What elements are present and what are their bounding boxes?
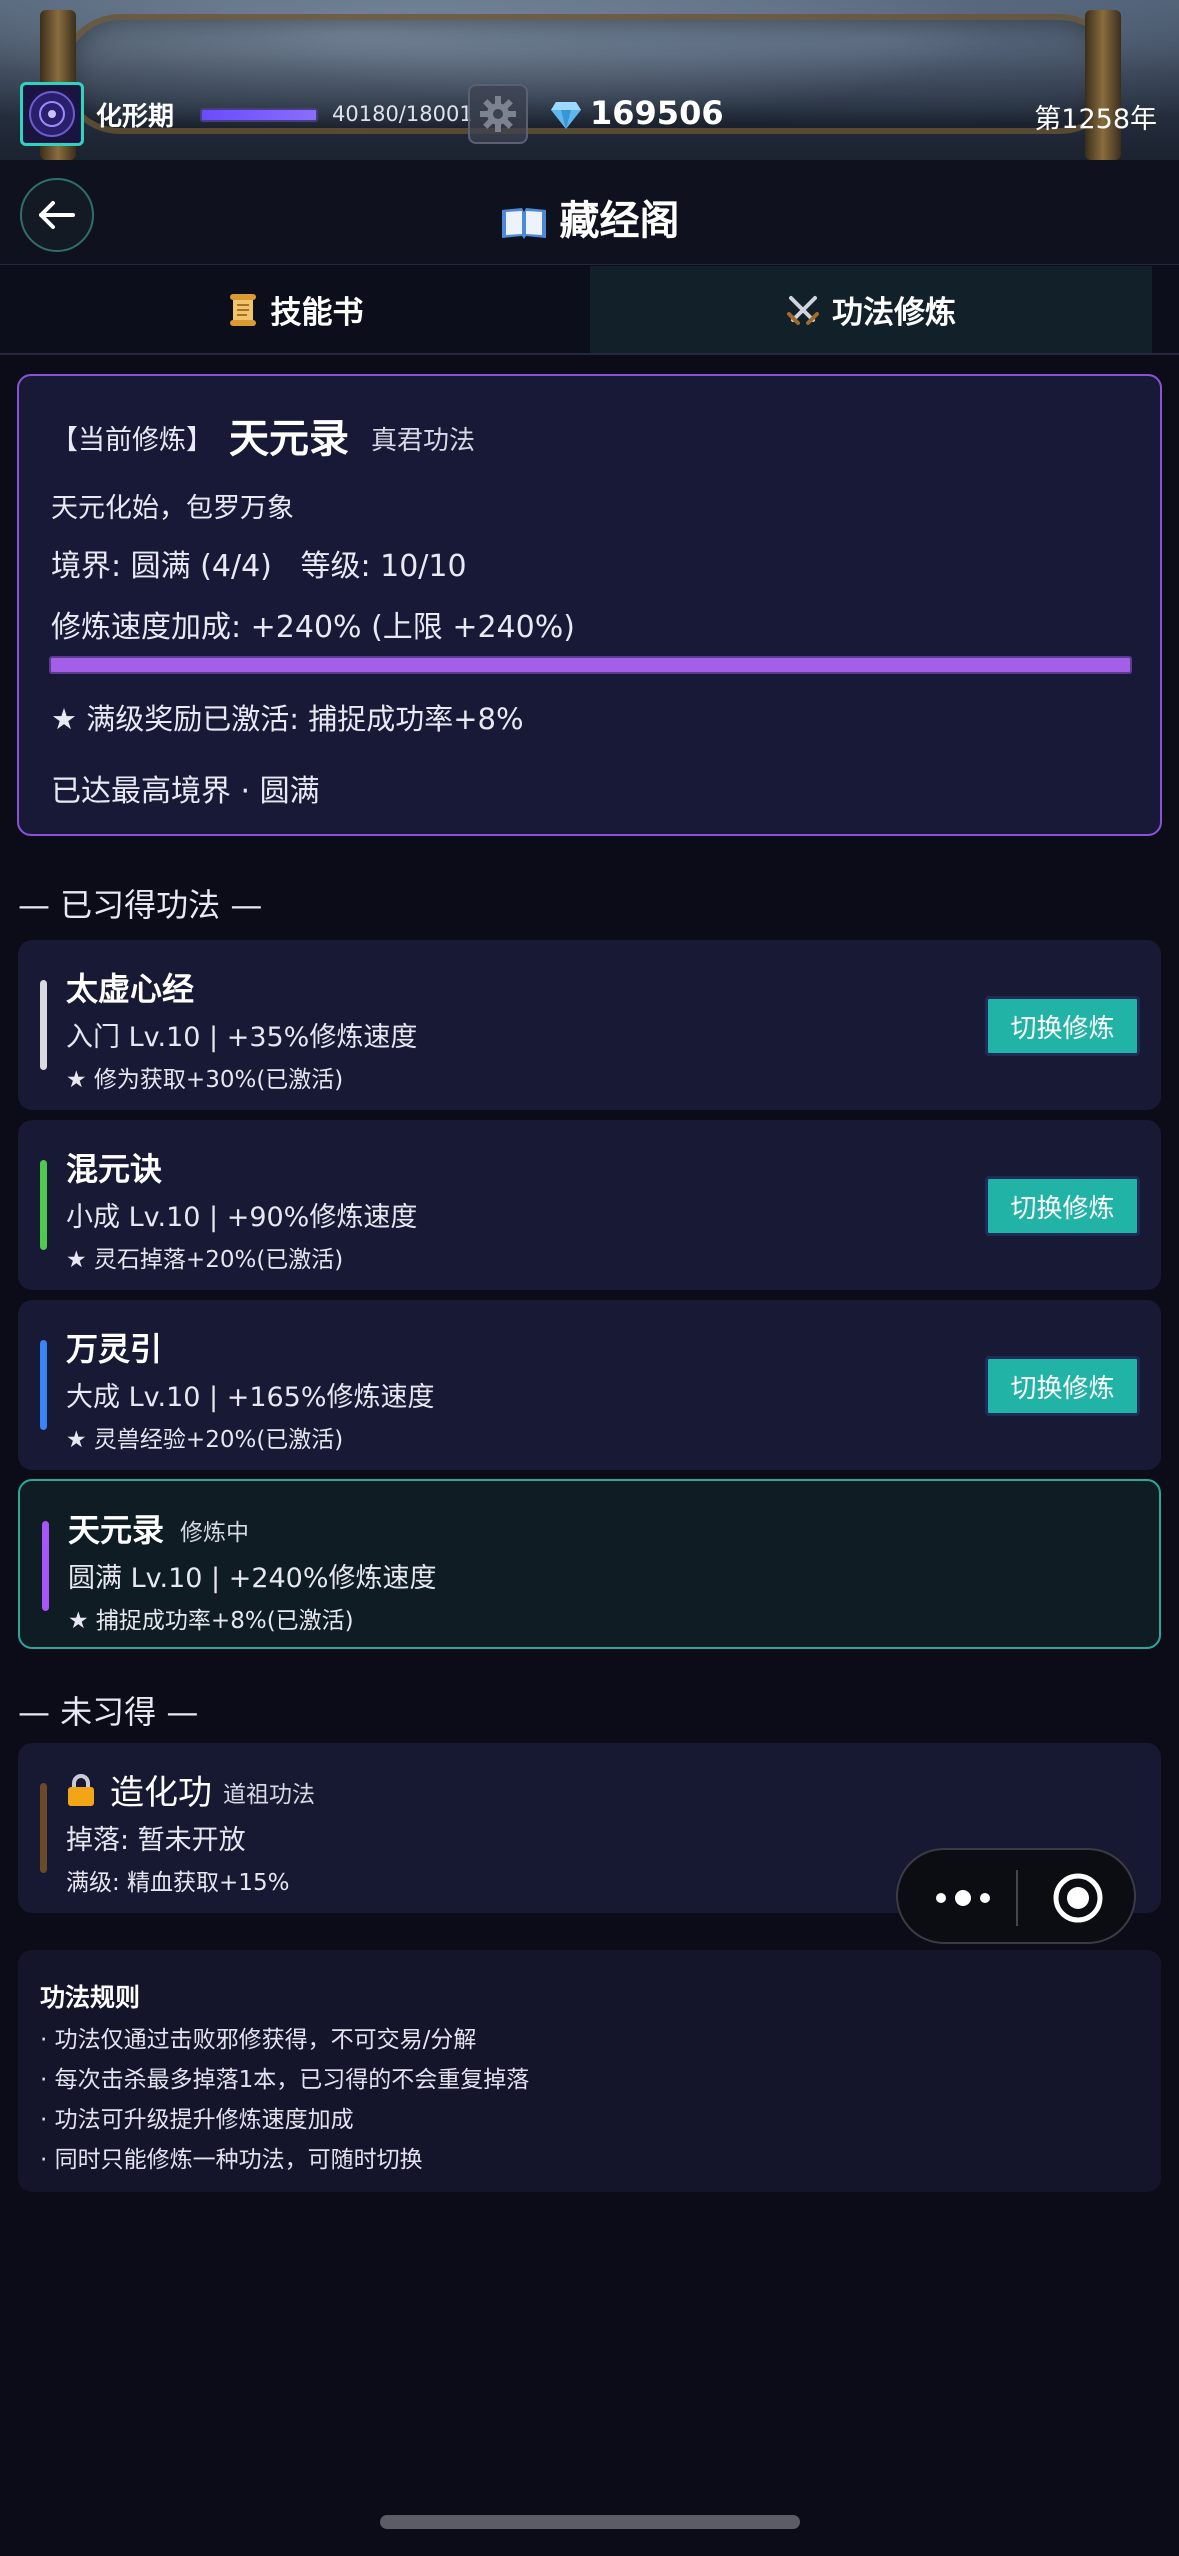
method-accent-bar <box>42 1521 49 1611</box>
method-accent-bar <box>40 1783 47 1873</box>
unlearned-section-title: — 未习得 — <box>18 1693 199 1731</box>
home-indicator[interactable] <box>380 2515 800 2529</box>
game-year: 第1258年 <box>1034 104 1157 135</box>
rule-line: · 每次击杀最多掉落1本，已习得的不会重复掉落 <box>40 2067 530 2093</box>
max-level-bonus: ★ 满级奖励已激活: 捕捉成功率+8% <box>51 702 524 736</box>
cultivating-status: 修炼中 <box>180 1520 249 1546</box>
switch-cultivation-button[interactable]: 切换修炼 <box>985 996 1140 1056</box>
method-card: 万灵引 大成 Lv.10 | +165%修炼速度 ★ 灵兽经验+20%(已激活)… <box>18 1300 1161 1470</box>
rules-title: 功法规则 <box>40 1983 141 2012</box>
switch-cultivation-button[interactable]: 切换修炼 <box>985 1176 1140 1236</box>
gem-count: 169506 <box>590 94 724 132</box>
method-info: 入门 Lv.10 | +35%修炼速度 <box>66 1022 418 1053</box>
current-speed-bonus: 修炼速度加成: +240% (上限 +240%) <box>51 610 575 645</box>
page-header: 藏经阁 <box>0 160 1179 265</box>
crossed-swords-icon <box>787 295 819 325</box>
method-name: 太虚心经 <box>66 970 195 1008</box>
open-book-icon <box>501 208 546 239</box>
current-method-desc: 天元化始，包罗万象 <box>51 493 294 524</box>
method-card-active: 天元录 修炼中 圆满 Lv.10 | +240%修炼速度 ★ 捕捉成功率+8%(… <box>18 1479 1161 1649</box>
more-options-icon[interactable] <box>928 1878 998 1918</box>
method-name: 天元录 <box>68 1511 165 1549</box>
rule-line: · 功法仅通过击败邪修获得，不可交易/分解 <box>40 2027 477 2053</box>
method-name: 混元诀 <box>66 1150 163 1188</box>
method-bonus: ★ 捕捉成功率+8%(已激活) <box>68 1608 354 1634</box>
method-info: 小成 Lv.10 | +90%修炼速度 <box>66 1202 418 1233</box>
gear-icon <box>480 96 516 132</box>
method-card: 太虚心经 入门 Lv.10 | +35%修炼速度 ★ 修为获取+30%(已激活)… <box>18 940 1161 1110</box>
current-cultivation-card: 【当前修炼】 天元录 真君功法 天元化始，包罗万象 境界: 圆满 (4/4) 等… <box>17 374 1162 836</box>
learned-section-title: — 已习得功法 — <box>18 886 263 924</box>
method-name: 万灵引 <box>66 1330 163 1368</box>
current-method-name: 天元录 <box>229 416 349 462</box>
method-accent-bar <box>40 980 47 1070</box>
method-bonus: ★ 修为获取+30%(已激活) <box>66 1067 344 1093</box>
avatar[interactable] <box>20 82 84 146</box>
rules-card: 功法规则 · 功法仅通过击败邪修获得，不可交易/分解 · 每次击杀最多掉落1本，… <box>18 1950 1161 2192</box>
method-name: 造化功 <box>110 1773 212 1813</box>
mini-program-capsule <box>896 1848 1136 1944</box>
switch-cultivation-button[interactable]: 切换修炼 <box>985 1356 1140 1416</box>
page-title-wrap: 藏经阁 <box>0 188 1179 246</box>
method-card: 混元诀 小成 Lv.10 | +90%修炼速度 ★ 灵石掉落+20%(已激活) … <box>18 1120 1161 1290</box>
lock-icon <box>68 1774 94 1806</box>
diamond-icon <box>551 102 581 129</box>
close-target-icon[interactable] <box>1048 1868 1108 1928</box>
tab-cultivation[interactable]: 功法修炼 <box>590 266 1152 353</box>
method-max-bonus: 满级: 精血获取+15% <box>66 1870 290 1896</box>
scroll-icon <box>229 293 256 326</box>
settings-button[interactable] <box>468 84 528 144</box>
cultivation-progress-bar <box>49 656 1132 674</box>
current-realm-level: 境界: 圆满 (4/4) 等级: 10/10 <box>51 549 467 584</box>
max-realm-note: 已达最高境界 · 圆满 <box>51 774 320 809</box>
rule-line: · 同时只能修炼一种功法，可随时切换 <box>40 2147 423 2173</box>
exp-bar-fill <box>202 110 316 120</box>
method-accent-bar <box>40 1160 47 1250</box>
exp-text: 40180/18001 <box>332 102 473 126</box>
avatar-emblem-icon <box>29 91 75 137</box>
rule-line: · 功法可升级提升修炼速度加成 <box>40 2107 354 2133</box>
method-accent-bar <box>40 1340 47 1430</box>
tab-label: 技能书 <box>270 295 364 331</box>
tab-skill-books[interactable]: 技能书 <box>0 266 590 353</box>
method-bonus: ★ 灵兽经验+20%(已激活) <box>66 1427 344 1453</box>
method-drop-info: 掉落: 暂未开放 <box>66 1825 246 1856</box>
cultivation-progress-fill <box>51 658 1130 672</box>
tab-bar: 技能书 功法修炼 <box>0 266 1179 355</box>
method-grade: 道祖功法 <box>223 1782 315 1808</box>
tab-label: 功法修炼 <box>832 295 956 331</box>
realm-name: 化形期 <box>96 102 175 132</box>
top-status-banner: 化形期 40180/18001 169506 第1258年 <box>0 0 1179 160</box>
method-info: 圆满 Lv.10 | +240%修炼速度 <box>68 1563 437 1594</box>
page-title: 藏经阁 <box>559 198 680 244</box>
method-info: 大成 Lv.10 | +165%修炼速度 <box>66 1382 435 1413</box>
exp-bar <box>200 108 318 122</box>
banner-pillar-right <box>1085 10 1121 160</box>
current-label: 【当前修炼】 <box>51 425 213 456</box>
current-method-grade: 真君功法 <box>371 426 476 456</box>
method-bonus: ★ 灵石掉落+20%(已激活) <box>66 1247 344 1273</box>
capsule-divider <box>1016 1870 1018 1926</box>
